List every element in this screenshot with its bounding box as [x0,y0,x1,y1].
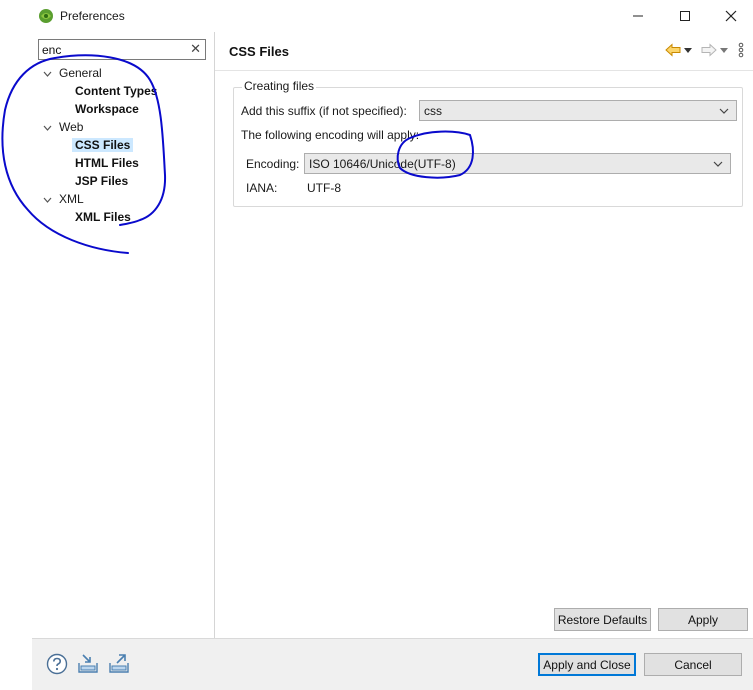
export-icon[interactable] [108,653,130,675]
tree-item-general[interactable]: General [42,65,102,82]
iana-value: UTF-8 [307,181,341,195]
iana-label: IANA: [246,181,278,195]
chevron-down-icon [719,108,729,114]
suffix-value: css [424,104,442,118]
header-separator [215,70,753,71]
title-bar: Preferences [0,0,753,32]
view-menu-icon[interactable] [737,41,745,59]
tree-item-label: JSP Files [75,174,129,188]
app-icon [39,9,53,23]
tree-item-label: Web [59,120,84,134]
tree-item-xml-files[interactable]: XML Files [75,209,131,226]
arrow-right-icon[interactable] [701,41,717,59]
back-dropdown-icon[interactable] [683,41,693,59]
encoding-value: ISO 10646/Unicode(UTF-8) [309,157,456,171]
close-button[interactable] [720,6,742,26]
page-title: CSS Files [229,44,289,59]
maximize-icon [680,11,690,21]
chevron-down-icon[interactable] [42,65,52,82]
encoding-note: The following encoding will apply: [241,128,420,142]
filter-field[interactable]: ✕ [38,39,206,60]
chevron-down-icon [713,161,723,167]
chevron-down-icon[interactable] [42,191,52,208]
page-header: CSS Files [215,32,753,70]
suffix-label: Add this suffix (if not specified): [241,104,407,118]
suffix-combo[interactable]: css [419,100,737,121]
minimize-icon [633,15,643,17]
tree-item-css-files[interactable]: CSS Files [72,137,134,154]
tree-item-label: Content Types [75,84,158,98]
apply-and-close-button[interactable]: Apply and Close [538,653,636,676]
tree-item-label: XML Files [75,210,131,224]
import-icon[interactable] [77,653,99,675]
tree-item-label: CSS Files [72,138,134,152]
encoding-label: Encoding: [246,157,300,171]
forward-dropdown-icon[interactable] [719,41,729,59]
encoding-combo[interactable]: ISO 10646/Unicode(UTF-8) [304,153,731,174]
tree-item-label: HTML Files [75,156,139,170]
restore-defaults-button[interactable]: Restore Defaults [554,608,651,631]
help-icon[interactable] [46,653,68,675]
close-icon [725,10,737,22]
maximize-button[interactable] [674,6,696,26]
cancel-button[interactable]: Cancel [644,653,742,676]
tree-item-web[interactable]: Web [42,119,83,136]
chevron-down-icon[interactable] [42,119,52,136]
apply-button[interactable]: Apply [658,608,748,631]
tree-item-workspace[interactable]: Workspace [75,101,139,118]
tree-item-label: General [59,66,102,80]
tree-item-html-files[interactable]: HTML Files [75,155,139,172]
pane-divider[interactable] [214,32,215,638]
group-title: Creating files [242,79,317,93]
arrow-left-icon[interactable] [665,41,681,59]
minimize-button[interactable] [627,6,649,26]
page-nav [665,40,745,60]
filter-input[interactable] [42,42,182,57]
tree-item-xml[interactable]: XML [42,191,84,208]
clear-filter-icon[interactable]: ✕ [190,41,201,57]
tree-item-jsp-files[interactable]: JSP Files [75,173,128,190]
window-title: Preferences [60,9,125,23]
tree-item-content-types[interactable]: Content Types [75,83,157,100]
tree-item-label: Workspace [75,102,139,116]
tree-item-label: XML [59,192,84,206]
